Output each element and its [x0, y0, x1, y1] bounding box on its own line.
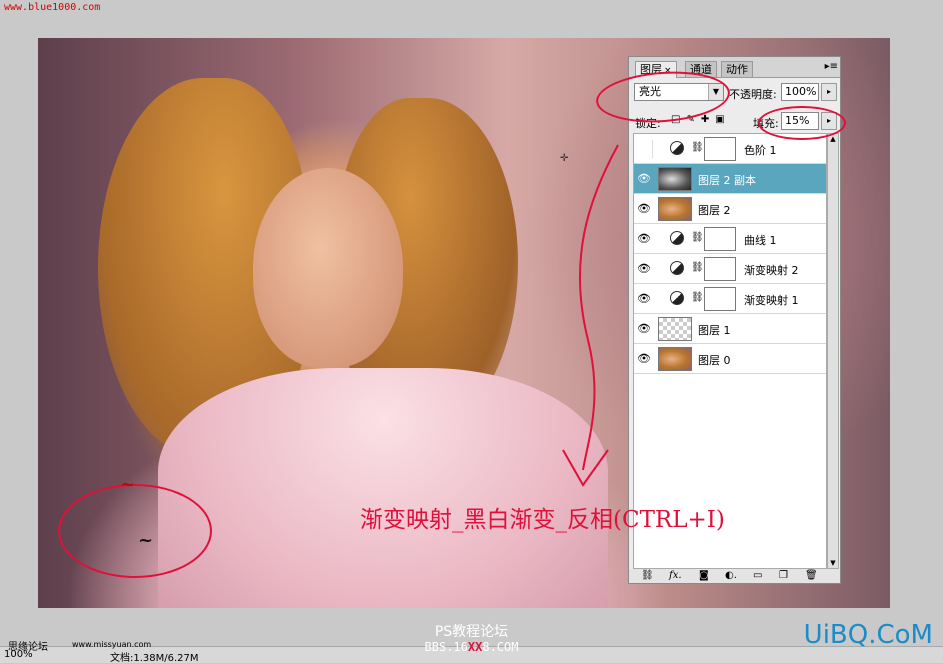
seal-circle	[58, 484, 212, 578]
layer-row-selected[interactable]: 👁 图层 2 副本	[634, 164, 826, 194]
opacity-slider-button[interactable]: ▸	[821, 83, 837, 101]
annotation-circle-fill	[758, 106, 846, 140]
seal-stroke-1: ~	[120, 474, 136, 495]
adjustment-layer-icon	[670, 231, 684, 245]
trash-icon[interactable]: 🗑	[805, 570, 818, 581]
watermark-right-logo: UiBQ.CoM	[803, 620, 933, 650]
layer-mask-thumbnail[interactable]	[704, 287, 736, 311]
layer-row[interactable]: 👁 ⛓ 渐变映射 2	[634, 254, 826, 284]
layer-thumbnail	[658, 347, 692, 371]
layer-row[interactable]: 👁 图层 0	[634, 344, 826, 374]
panel-menu-icon[interactable]: ▸≡	[825, 61, 838, 72]
layer-mask-thumbnail[interactable]	[704, 227, 736, 251]
new-layer-icon[interactable]: ❐	[779, 570, 788, 581]
adjustment-icon[interactable]: ◐.	[725, 570, 737, 581]
scroll-down-icon[interactable]: ▼	[828, 558, 838, 568]
fx-icon[interactable]: fx.	[669, 570, 682, 581]
layer-name: 色阶 1	[744, 144, 777, 157]
lock-position-icon[interactable]: ✚	[701, 114, 715, 125]
watermark-url-post: 8.COM	[482, 640, 519, 654]
lock-all-icon[interactable]: ▣	[715, 114, 730, 125]
adjustment-layer-icon	[670, 291, 684, 305]
layer-name: 渐变映射 1	[744, 294, 799, 307]
opacity-label: 不透明度:	[729, 88, 777, 101]
layer-name: 图层 1	[698, 324, 731, 337]
layer-name: 图层 2	[698, 204, 731, 217]
link-chain-icon: ⛓	[691, 142, 704, 153]
link-icon[interactable]: ⛓	[641, 570, 654, 581]
watermark-url-pre: BBS.16	[424, 640, 468, 654]
folder-icon[interactable]: ▭	[753, 570, 762, 581]
adjustment-layer-icon	[670, 141, 684, 155]
seal-stroke-2: ~	[138, 530, 154, 551]
layers-scrollbar[interactable]: ▲ ▼	[827, 133, 839, 569]
signature-seal: ~ ~	[58, 474, 218, 584]
mask-icon[interactable]: ◙	[699, 570, 709, 581]
link-chain-icon: ⛓	[691, 292, 704, 303]
layer-name: 曲线 1	[744, 234, 777, 247]
panel-bottom-toolbar: ⛓ fx. ◙ ◐. ▭ ❐ 🗑	[629, 569, 840, 583]
adjustment-layer-icon	[670, 261, 684, 275]
watermark-url-mid: XX	[467, 640, 483, 654]
layer-thumbnail	[658, 197, 692, 221]
opacity-input[interactable]: 100%	[781, 83, 819, 101]
link-chain-icon: ⛓	[691, 262, 704, 273]
watermark-center: PS教程论坛	[434, 624, 509, 640]
layer-row[interactable]: 👁 图层 1	[634, 314, 826, 344]
annotation-arrow	[562, 144, 619, 487]
layer-row[interactable]: 👁 ⛓ 渐变映射 1	[634, 284, 826, 314]
layer-mask-thumbnail[interactable]	[704, 257, 736, 281]
top-watermark: www.blue1000.com	[4, 2, 101, 13]
layer-row[interactable]: 👁 ⛓ 曲线 1	[634, 224, 826, 254]
layer-name: 渐变映射 2	[744, 264, 799, 277]
layer-name: 图层 2 副本	[698, 174, 756, 187]
layer-mask-thumbnail[interactable]	[704, 137, 736, 161]
layer-thumbnail	[658, 167, 692, 191]
tab-actions[interactable]: 动作	[721, 61, 753, 77]
photo-shirt	[158, 368, 608, 608]
annotation-text: 渐变映射_黑白渐变_反相(CTRL+I)	[360, 507, 725, 533]
watermark-center-url: BBS.16XX8.COM	[0, 640, 943, 654]
link-chain-icon: ⛓	[691, 232, 704, 243]
layer-name: 图层 0	[698, 354, 731, 367]
layer-row[interactable]: 👁 图层 2	[634, 194, 826, 224]
photo-face	[253, 168, 403, 368]
layer-thumbnail	[658, 317, 692, 341]
